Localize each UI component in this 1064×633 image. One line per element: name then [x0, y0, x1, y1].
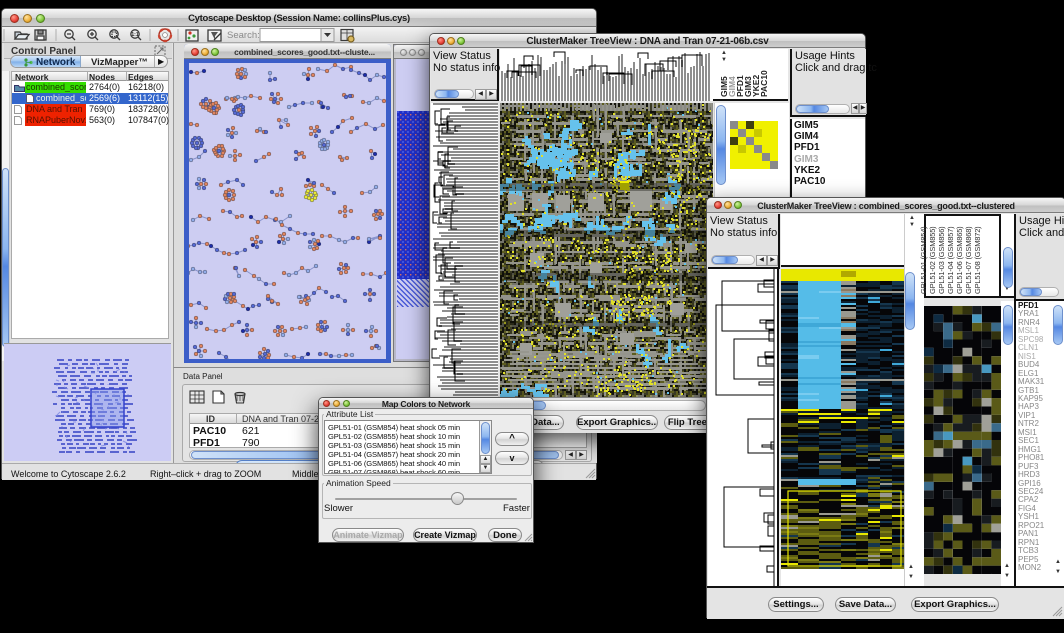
svg-text:1:1: 1:1 — [131, 32, 138, 38]
svg-text:Search:: Search: — [227, 30, 260, 41]
